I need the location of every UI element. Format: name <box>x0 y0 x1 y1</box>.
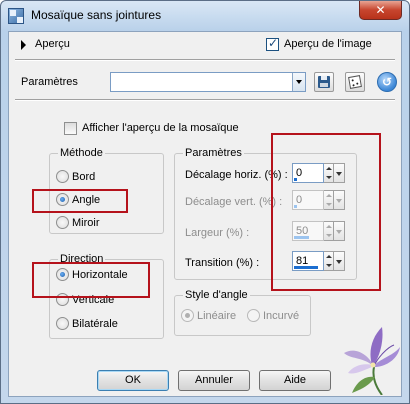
show-tile-preview-label[interactable]: Afficher l'aperçu de la mosaïque <box>82 122 239 134</box>
save-preset-button[interactable] <box>314 72 334 92</box>
dialog-window: Mosaïque sans jointures ✕ Aperçu ✓ Aperç… <box>0 0 410 404</box>
expand-arrow-icon[interactable] <box>21 40 26 50</box>
corner-label-incurve: Incurvé <box>263 310 300 322</box>
corner-radio-lineaire <box>181 309 194 322</box>
close-icon: ✕ <box>375 3 386 17</box>
width-label: Largeur (%) : <box>185 227 250 239</box>
randomize-button[interactable] <box>345 72 365 92</box>
highlight-box-direction <box>32 262 150 298</box>
checkmark-icon: ✓ <box>268 36 279 50</box>
save-preset-icon <box>318 76 330 88</box>
window-title: Mosaïque sans jointures <box>31 8 162 22</box>
method-label-miroir[interactable]: Miroir <box>72 217 100 229</box>
method-radio-miroir[interactable] <box>56 216 69 229</box>
corner-style-group-title: Style d'angle <box>183 289 250 301</box>
separator <box>15 99 395 101</box>
method-group-title: Méthode <box>58 147 105 159</box>
corner-label-lineaire: Linéaire <box>197 310 237 322</box>
highlight-box-parameters <box>271 133 381 291</box>
presets-dropdown[interactable] <box>110 72 306 92</box>
vertical-offset-label: Décalage vert. (%) : <box>185 196 283 208</box>
close-button[interactable]: ✕ <box>359 1 402 20</box>
settings-group-title: Paramètres <box>183 147 244 159</box>
direction-label-bilaterale[interactable]: Bilatérale <box>72 318 118 330</box>
separator <box>15 59 395 61</box>
method-label-bord[interactable]: Bord <box>72 171 95 183</box>
preview-row: Aperçu ✓ Aperçu de l'image <box>9 32 401 58</box>
randomize-icon <box>348 75 362 89</box>
chevron-down-icon[interactable] <box>292 73 305 91</box>
image-preview-label[interactable]: Aperçu de l'image <box>284 38 372 50</box>
help-button[interactable]: Aide <box>259 370 331 391</box>
app-icon <box>8 8 24 24</box>
preview-label[interactable]: Aperçu <box>35 38 70 50</box>
corner-radio-incurve <box>247 309 260 322</box>
transition-label: Transition (%) : <box>185 257 260 269</box>
dialog-client: Aperçu ✓ Aperçu de l'image Paramètres ↺ … <box>8 31 402 397</box>
highlight-box-angle <box>32 189 128 213</box>
reset-icon[interactable]: ↺ <box>377 72 397 92</box>
show-tile-preview-checkbox[interactable] <box>64 122 77 135</box>
method-radio-bord[interactable] <box>56 170 69 183</box>
title-bar[interactable]: Mosaïque sans jointures ✕ <box>1 1 409 31</box>
flower-logo-icon <box>344 327 400 395</box>
image-preview-checkbox[interactable]: ✓ <box>266 36 279 51</box>
ok-button[interactable]: OK <box>97 370 169 391</box>
cancel-button[interactable]: Annuler <box>178 370 250 391</box>
direction-radio-bilaterale[interactable] <box>56 317 69 330</box>
presets-label: Paramètres <box>21 76 78 88</box>
